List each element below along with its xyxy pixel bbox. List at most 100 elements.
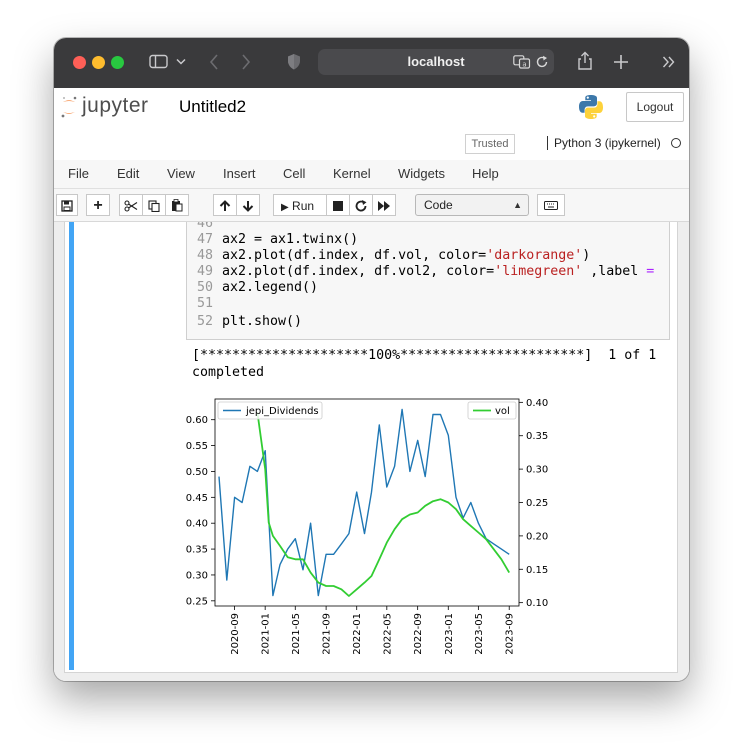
close-window-button[interactable]: [73, 56, 86, 69]
menu-insert[interactable]: Insert: [223, 166, 256, 181]
notebook-toolbar: + ▶ Run Code ▲▼: [54, 189, 689, 230]
reload-icon[interactable]: [535, 55, 549, 69]
menu-widgets[interactable]: Widgets: [398, 166, 445, 181]
more-icon[interactable]: [662, 56, 676, 68]
new-tab-icon[interactable]: [613, 54, 629, 70]
y-left-tick-label: 0.30: [186, 570, 208, 581]
add-cell-button[interactable]: +: [86, 194, 110, 216]
menu-help[interactable]: Help: [472, 166, 499, 181]
shield-icon: [288, 54, 300, 70]
restart-icon: [355, 200, 367, 212]
y-right-tick-label: 0.25: [526, 498, 548, 509]
y-right-tick-label: 0.20: [526, 531, 548, 542]
code-line: 46: [187, 222, 222, 232]
save-button[interactable]: [56, 194, 78, 216]
y-right-tick-label: 0.30: [526, 465, 548, 476]
jupyter-logo-icon[interactable]: [60, 93, 78, 121]
cut-button[interactable]: [119, 194, 143, 216]
y-left-tick-label: 0.40: [186, 519, 208, 530]
x-tick-label: 2021-09: [322, 613, 333, 655]
cell-type-select[interactable]: Code ▲▼: [415, 194, 529, 230]
share-icon[interactable]: [577, 51, 593, 71]
y-right-tick-label: 0.15: [526, 565, 548, 576]
paste-button[interactable]: [165, 194, 189, 216]
legend-right-label: vol: [495, 406, 510, 417]
y-right-tick-label: 0.35: [526, 431, 548, 442]
notebook-area: 46 47 ax2 = ax1.twinx() 48 ax2.plot(df.index…: [54, 222, 689, 681]
command-palette-button[interactable]: [537, 194, 565, 216]
menu-edit[interactable]: Edit: [117, 166, 139, 181]
run-label: Run: [292, 199, 315, 213]
x-tick-label: 2023-01: [444, 613, 455, 655]
move-up-button[interactable]: [213, 194, 237, 216]
address-bar[interactable]: localhost a: [318, 49, 554, 75]
restart-run-all-button[interactable]: [372, 194, 396, 216]
x-tick-label: 2023-05: [474, 613, 485, 655]
y-left-tick-label: 0.25: [186, 596, 208, 607]
jupyter-logo-text[interactable]: jupyter: [82, 94, 149, 118]
code-token: 'darkorange': [486, 248, 583, 263]
browser-toolbar: localhost a: [54, 38, 689, 88]
browser-window: localhost a jupyter Untitled2 Logout Tru…: [54, 38, 689, 681]
legend-left-label: jepi_Dividends: [245, 406, 319, 417]
code-line: 51: [187, 296, 222, 312]
code-token: ): [582, 248, 591, 263]
code-line: 49 ax2.plot(df.index, df.vol2, color='lim…: [187, 264, 654, 280]
copy-button[interactable]: [142, 194, 166, 216]
dividend-vol-chart: 0.25 0.30 0.35 0.40 0.45 0.50 0.55 0.60 0.10 0.15…: [186, 398, 549, 655]
line-number: 47: [196, 232, 213, 247]
menu-view[interactable]: View: [167, 166, 195, 181]
back-icon[interactable]: [209, 54, 219, 70]
restart-kernel-button[interactable]: [349, 194, 373, 216]
code-token: plt.show(): [222, 314, 303, 329]
notebook-page: 46 47 ax2 = ax1.twinx() 48 ax2.plot(df.index…: [64, 222, 678, 673]
line-number: 51: [196, 296, 213, 311]
code-token: ,label: [582, 264, 647, 279]
y-left-tick-label: 0.50: [186, 467, 208, 478]
code-cell-input[interactable]: 46 47 ax2 = ax1.twinx() 48 ax2.plot(df.index…: [186, 222, 670, 340]
kernel-idle-indicator-icon: [671, 138, 681, 148]
zoom-window-button[interactable]: [111, 56, 124, 69]
code-token: ax2 = ax1.twinx(): [222, 232, 359, 247]
logout-button[interactable]: Logout: [626, 92, 684, 122]
output-progress-line: [*********************100%**************…: [192, 348, 657, 363]
code-token: ax2.legend(): [222, 280, 319, 295]
y-left-tick-label: 0.60: [186, 415, 208, 426]
move-down-button[interactable]: [236, 194, 260, 216]
kernel-name[interactable]: Python 3 (ipykernel): [547, 136, 661, 150]
x-tick-label: 2021-01: [261, 613, 272, 655]
python-logo-icon: [579, 95, 603, 119]
x-tick-label: 2022-09: [413, 613, 424, 655]
output-completed-line: completed: [192, 365, 265, 380]
notebook-name[interactable]: Untitled2: [179, 97, 246, 117]
menu-cell[interactable]: Cell: [283, 166, 305, 181]
fast-forward-icon: [378, 201, 390, 211]
line-number: 49: [196, 264, 213, 279]
forward-icon[interactable]: [241, 54, 251, 70]
line-number: 48: [196, 248, 213, 263]
keyboard-icon: [544, 201, 558, 210]
interrupt-kernel-button[interactable]: [326, 194, 350, 216]
x-tick-label: 2021-05: [291, 613, 302, 655]
line-number: 46: [196, 222, 213, 231]
code-line: 47 ax2 = ax1.twinx(): [187, 232, 358, 248]
menu-kernel[interactable]: Kernel: [333, 166, 371, 181]
x-tick-label: 2022-01: [352, 613, 363, 655]
y-right-tick-label: 0.10: [526, 598, 548, 609]
menu-file[interactable]: File: [68, 166, 89, 181]
x-tick-label: 2020-09: [230, 613, 241, 655]
translate-icon[interactable]: a: [513, 55, 531, 69]
y-left-tick-label: 0.35: [186, 545, 208, 556]
cell-type-value: Code: [424, 198, 453, 212]
chevron-down-icon[interactable]: [176, 58, 186, 66]
run-button[interactable]: ▶ Run: [273, 194, 327, 216]
svg-text:a: a: [522, 61, 526, 69]
sidebar-icon[interactable]: [149, 54, 169, 70]
code-line: 50 ax2.legend(): [187, 280, 318, 296]
trusted-badge[interactable]: Trusted: [465, 134, 515, 154]
selected-cell-indicator: [69, 222, 74, 670]
paste-icon: [172, 199, 183, 212]
minimize-window-button[interactable]: [92, 56, 105, 69]
move-down-icon: [242, 201, 254, 212]
move-up-icon: [219, 200, 231, 211]
